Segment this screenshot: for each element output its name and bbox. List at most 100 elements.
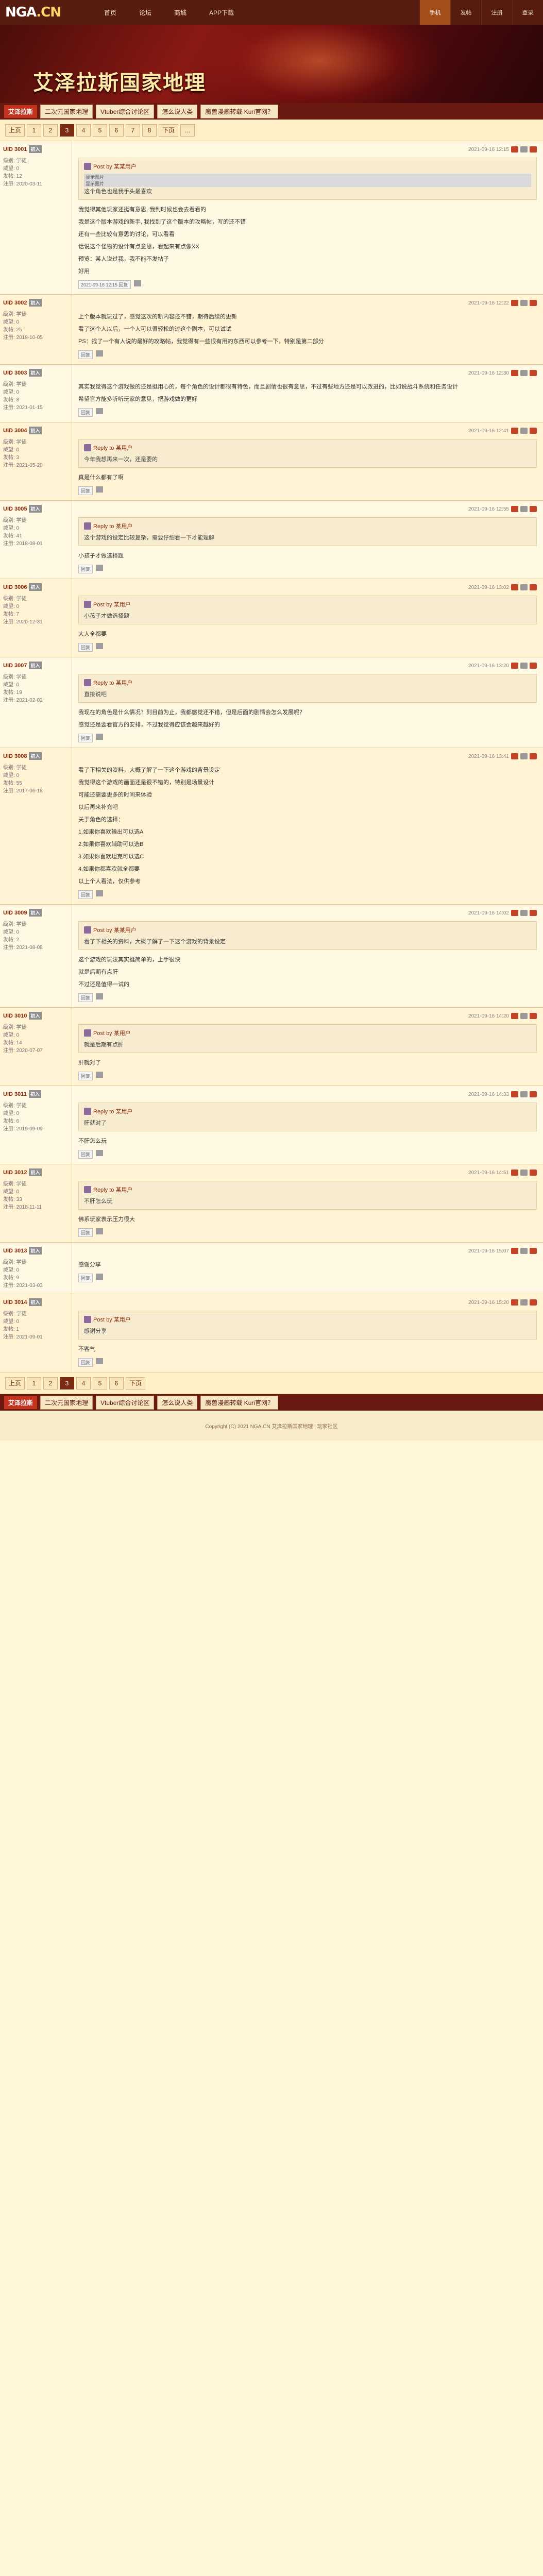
user-id[interactable]: UID 3007 <box>3 663 27 669</box>
quote-icon[interactable] <box>511 1299 518 1306</box>
post-reply-link[interactable]: 回复 <box>78 1072 93 1080</box>
register-button[interactable]: 注册 <box>481 0 512 25</box>
quote-icon[interactable] <box>511 146 518 152</box>
page-button[interactable]: 5 <box>93 1377 108 1389</box>
quote-icon[interactable] <box>511 1091 518 1097</box>
user-id[interactable]: UID 3011 <box>3 1091 27 1097</box>
post-reply-link[interactable]: 回复 <box>78 486 93 495</box>
user-id[interactable]: UID 3012 <box>3 1170 27 1176</box>
nav-shop[interactable]: 商城 <box>163 0 198 25</box>
page-button[interactable]: 4 <box>76 124 91 137</box>
page-button[interactable]: 2 <box>43 1377 58 1389</box>
user-id[interactable]: UID 3001 <box>3 146 27 152</box>
page-jump-button[interactable]: ... <box>180 124 195 137</box>
post-reply-link[interactable]: 回复 <box>78 1358 93 1367</box>
post-reply-link[interactable]: 回复 <box>78 1274 93 1282</box>
post-button[interactable]: 发帖 <box>450 0 481 25</box>
next-page-button[interactable]: 下页 <box>126 1377 146 1389</box>
subforum-item[interactable]: Vtuber综合讨论区 <box>96 104 155 118</box>
quote-user[interactable]: Post by 某某用户 <box>93 926 137 934</box>
reply-icon[interactable] <box>520 370 528 376</box>
like-icon[interactable] <box>96 486 104 493</box>
user-id[interactable]: UID 3009 <box>3 910 27 916</box>
subforum-item[interactable]: 魔兽漫画转载 Kuri官网？ <box>200 1395 279 1410</box>
quote-user[interactable]: Post by 某用户 <box>93 600 131 608</box>
post-reply-link[interactable]: 回复 <box>78 1150 93 1159</box>
subforum-item[interactable]: 魔兽漫画转载 Kuri官网？ <box>200 104 279 118</box>
nav-home[interactable]: 首页 <box>93 0 128 25</box>
page-button[interactable]: 7 <box>126 124 141 137</box>
like-icon[interactable] <box>96 565 104 571</box>
like-icon[interactable] <box>96 643 104 649</box>
quote-image-toggle[interactable]: 显示图片 <box>84 174 531 180</box>
reply-icon[interactable] <box>520 428 528 434</box>
user-id[interactable]: UID 3005 <box>3 506 27 512</box>
like-icon[interactable] <box>96 1358 104 1364</box>
user-id[interactable]: UID 3004 <box>3 428 27 434</box>
post-reply-link[interactable]: 回复 <box>78 643 93 652</box>
quote-user[interactable]: Reply to 某用户 <box>93 444 132 452</box>
quote-icon[interactable] <box>511 1248 518 1254</box>
reply-icon[interactable] <box>520 300 528 306</box>
prev-page-button[interactable]: 上页 <box>5 124 25 137</box>
reply-icon[interactable] <box>520 1248 528 1254</box>
like-icon[interactable] <box>96 408 104 414</box>
like-icon[interactable] <box>96 734 104 740</box>
like-icon[interactable] <box>96 1274 104 1280</box>
page-button[interactable]: 6 <box>109 124 124 137</box>
mobile-button[interactable]: 手机 <box>419 0 450 25</box>
like-icon[interactable] <box>96 1072 104 1078</box>
quote-user[interactable]: Post by 某某用户 <box>93 162 137 171</box>
more-icon[interactable] <box>530 146 537 152</box>
login-button[interactable]: 登录 <box>512 0 543 25</box>
user-id[interactable]: UID 3010 <box>3 1013 27 1019</box>
more-icon[interactable] <box>530 910 537 916</box>
nav-forum[interactable]: 论坛 <box>128 0 163 25</box>
quote-icon[interactable] <box>511 584 518 590</box>
like-icon[interactable] <box>96 350 104 357</box>
page-button[interactable]: 4 <box>76 1377 91 1389</box>
page-button-current[interactable]: 3 <box>60 124 75 137</box>
more-icon[interactable] <box>530 584 537 590</box>
more-icon[interactable] <box>530 1248 537 1254</box>
like-icon[interactable] <box>96 890 104 896</box>
user-id[interactable]: UID 3008 <box>3 753 27 759</box>
like-icon[interactable] <box>96 1228 104 1234</box>
quote-image-toggle[interactable]: 显示图片 <box>84 180 531 187</box>
quote-icon[interactable] <box>511 300 518 306</box>
quote-icon[interactable] <box>511 428 518 434</box>
reply-icon[interactable] <box>520 506 528 512</box>
more-icon[interactable] <box>530 370 537 376</box>
user-id[interactable]: UID 3014 <box>3 1299 27 1306</box>
user-id[interactable]: UID 3002 <box>3 300 27 306</box>
like-icon[interactable] <box>133 280 141 286</box>
nav-app[interactable]: APP下载 <box>198 0 245 25</box>
post-reply-link[interactable]: 回复 <box>78 734 93 742</box>
reply-icon[interactable] <box>520 1299 528 1306</box>
page-button[interactable]: 5 <box>93 124 108 137</box>
quote-icon[interactable] <box>511 910 518 916</box>
subforum-item[interactable]: 二次元国家地理 <box>40 104 93 118</box>
quote-icon[interactable] <box>511 370 518 376</box>
quote-user[interactable]: Reply to 某用户 <box>93 679 132 687</box>
more-icon[interactable] <box>530 1170 537 1176</box>
user-id[interactable]: UID 3006 <box>3 584 27 590</box>
quote-user[interactable]: Post by 某用户 <box>93 1029 131 1037</box>
subforum-item[interactable]: 怎么说人类 <box>157 1395 198 1410</box>
reply-icon[interactable] <box>520 663 528 669</box>
post-reply-link[interactable]: 回复 <box>78 993 93 1002</box>
more-icon[interactable] <box>530 1013 537 1019</box>
more-icon[interactable] <box>530 753 537 759</box>
page-button[interactable]: 1 <box>27 1377 42 1389</box>
quote-icon[interactable] <box>511 506 518 512</box>
quote-icon[interactable] <box>511 1013 518 1019</box>
more-icon[interactable] <box>530 428 537 434</box>
subforum-head[interactable]: 艾泽拉斯 <box>4 105 38 118</box>
more-icon[interactable] <box>530 300 537 306</box>
next-page-button[interactable]: 下页 <box>159 124 179 137</box>
like-icon[interactable] <box>96 1150 104 1156</box>
reply-icon[interactable] <box>520 910 528 916</box>
quote-user[interactable]: Reply to 某用户 <box>93 1185 132 1194</box>
subforum-item[interactable]: 怎么说人类 <box>157 104 198 118</box>
reply-icon[interactable] <box>520 584 528 590</box>
